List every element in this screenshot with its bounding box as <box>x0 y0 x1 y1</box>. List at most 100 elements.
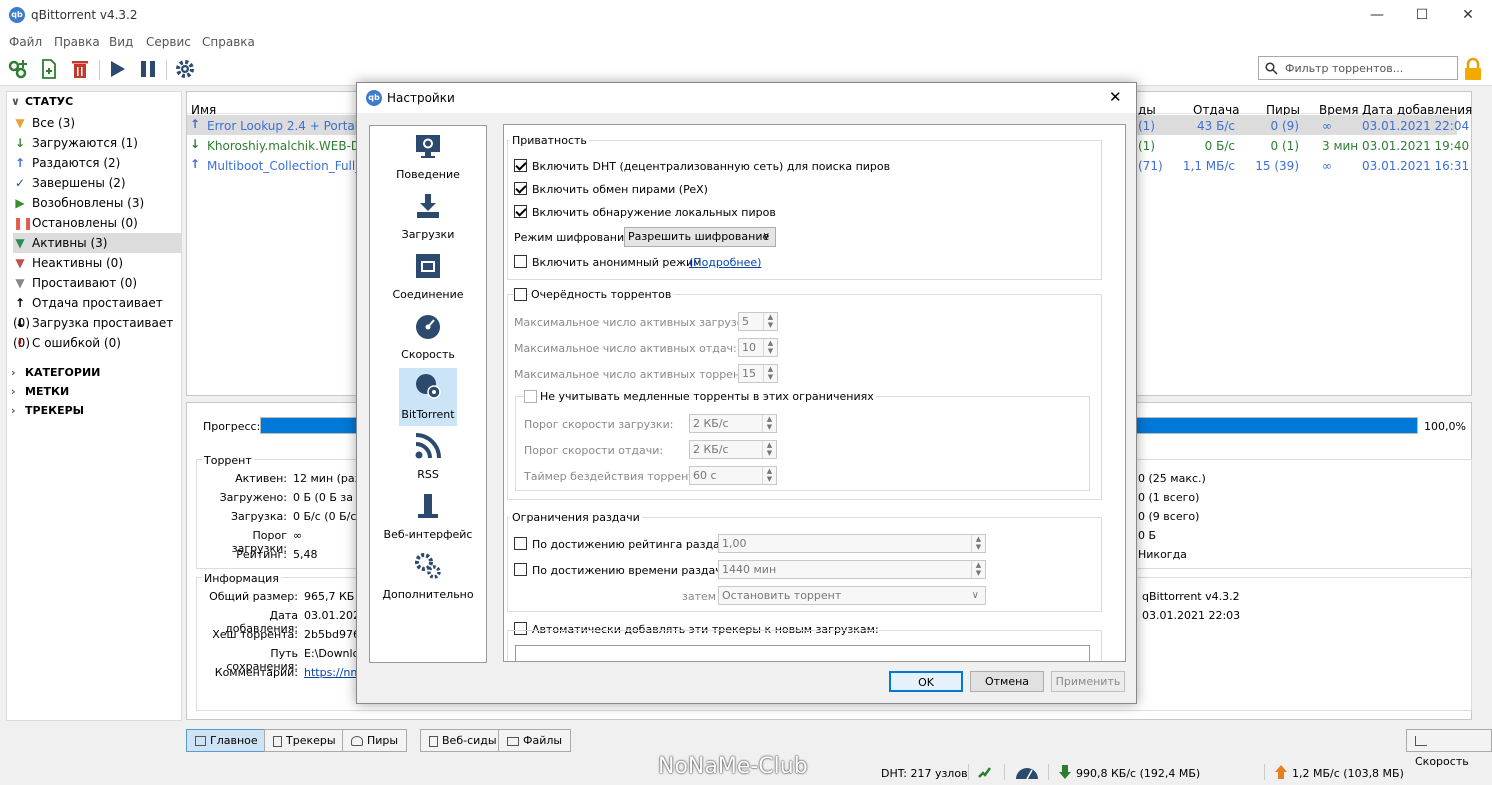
tags-header[interactable]: › МЕТКИ <box>11 385 69 398</box>
sidebar-item-label: Раздаются (2) <box>32 156 121 170</box>
trackers-textarea[interactable] <box>515 645 1090 661</box>
sidebar-item-0[interactable]: ▼ Все (3) <box>13 113 181 133</box>
sidebar-item-9[interactable]: ↑ Отдача простаивает (0) <box>13 293 181 330</box>
slow-torrents-checkbox[interactable] <box>524 390 537 403</box>
maximize-button[interactable]: ☐ <box>1399 0 1445 30</box>
tab-general[interactable]: Главное <box>186 729 267 752</box>
sidebar-item-label: Простаивают (0) <box>32 276 138 290</box>
tab-files[interactable]: Файлы <box>498 729 572 752</box>
chevron-down-icon: ∨ <box>11 95 20 108</box>
tab-peers[interactable]: Пиры <box>342 729 408 752</box>
sidebar-item-5[interactable]: ❚❚Остановлены (0) <box>13 213 181 233</box>
wasted-value: 0 Б <box>1138 529 1157 542</box>
dl-value: 0 Б/с (0 Б/с с <box>293 510 366 523</box>
categories-header[interactable]: › КАТЕГОРИИ <box>11 366 100 379</box>
nav-rss[interactable]: RSS <box>370 428 486 488</box>
max-downloads-spin[interactable]: 5 ▲ ▼ <box>738 312 778 331</box>
rss-icon <box>415 433 441 459</box>
menu-view[interactable]: Вид <box>109 35 133 49</box>
nav-connection[interactable]: Соединение <box>370 248 486 308</box>
max-downloads-label: Максимальное число активных загрузок: <box>514 316 754 329</box>
chevron-right-icon: › <box>11 404 16 417</box>
torrent-cell-name[interactable]: Khoroshiy.malchik.WEB-DL. <box>207 139 371 153</box>
menu-file[interactable]: Файл <box>9 35 42 49</box>
seed-time-spin[interactable]: 1440 мин ▲ ▼ <box>718 560 986 579</box>
progress-label: Прогресс: <box>203 420 261 433</box>
torrent-cell-name[interactable]: Multiboot_Collection_Full_v. <box>207 159 371 173</box>
ratio-label: Рейтинг: <box>236 548 287 561</box>
status-header[interactable]: ∨ СТАТУС <box>11 95 73 108</box>
max-torrents-spin[interactable]: 15 ▲ ▼ <box>738 364 778 383</box>
nav-bittorrent[interactable]: BitTorrent <box>370 368 486 428</box>
dl-label: Загрузка: <box>230 510 287 523</box>
close-button[interactable]: ✕ <box>1445 0 1491 30</box>
lock-icon[interactable] <box>1463 57 1483 81</box>
anonymous-label: Включить анонимный режим <box>532 256 702 269</box>
sidebar-item-label: Все (3) <box>32 116 76 130</box>
chart-icon <box>1415 736 1427 746</box>
sidebar-item-4[interactable]: ▶ Возобновлены (3) <box>13 193 181 213</box>
apply-button[interactable]: Применить <box>1051 671 1125 692</box>
sidebar-item-11[interactable]: ! С ошибкой (0) <box>13 333 181 353</box>
seeds-value: 0 (1 всего) <box>1138 491 1200 504</box>
anonymous-checkbox[interactable] <box>514 255 527 268</box>
lsd-checkbox[interactable] <box>514 205 527 218</box>
pex-checkbox[interactable] <box>514 182 527 195</box>
dialog-app-icon: qb <box>366 90 382 106</box>
sidebar-item-8[interactable]: ▼ Простаивают (0) <box>13 273 181 293</box>
ok-button[interactable]: OK <box>889 671 963 692</box>
add-file-icon[interactable] <box>38 58 60 80</box>
minimize-button[interactable]: — <box>1354 0 1400 30</box>
more-info-link[interactable]: (Подробнее) <box>689 256 761 269</box>
torrent-cell-name[interactable]: Error Lookup 2.4 + Portable <box>207 119 373 133</box>
queue-checkbox[interactable] <box>514 288 527 301</box>
cancel-button[interactable]: Отмена <box>970 671 1044 692</box>
resume-icon[interactable] <box>106 58 128 80</box>
max-uploads-spin[interactable]: 10 ▲ ▼ <box>738 338 778 357</box>
sidebar-item-2[interactable]: ↑ Раздаются (2) <box>13 153 181 173</box>
pause-icon: ❚❚ <box>13 216 34 230</box>
chevron-right-icon: › <box>11 366 16 379</box>
nav-webui[interactable]: Веб-интерфейс <box>370 488 486 548</box>
nav-behavior[interactable]: Поведение <box>370 128 486 188</box>
nav-downloads[interactable]: Загрузки <box>370 188 486 248</box>
trackers-header[interactable]: › ТРЕКЕРЫ <box>11 404 84 417</box>
sidebar-item-6[interactable]: ▼ Активны (3) <box>13 233 181 253</box>
pause-icon[interactable] <box>137 58 159 80</box>
dht-checkbox[interactable] <box>514 159 527 172</box>
sidebar-item-7[interactable]: ▼ Неактивны (0) <box>13 253 181 273</box>
then-action-select[interactable]: Остановить торрент ∨ <box>718 586 986 605</box>
add-link-icon[interactable] <box>7 58 29 80</box>
sidebar-item-1[interactable]: ↓ Загружаются (1) <box>13 133 181 153</box>
lsd-label: Включить обнаружение локальных пиров <box>532 206 776 219</box>
speed-limit-icon[interactable] <box>1014 764 1040 780</box>
ul-threshold-spin[interactable]: 2 КБ/с ▲ ▼ <box>689 440 777 459</box>
torrent-cell-peers: 0 (9) <box>1270 119 1299 133</box>
tab-speed[interactable]: Скорость <box>1406 729 1492 768</box>
menu-help[interactable]: Справка <box>202 35 255 49</box>
sidebar-item-10[interactable]: ↓ Загрузка простаивает (0) <box>13 313 181 350</box>
nav-advanced[interactable]: Дополнительно <box>370 548 486 608</box>
tab-webseeds[interactable]: Веб-сиды <box>420 729 506 752</box>
seed-ratio-spin[interactable]: 1,00 ▲ ▼ <box>718 534 986 553</box>
app-icon: qb <box>9 7 25 23</box>
menu-edit[interactable]: Правка <box>54 35 100 49</box>
nav-speed[interactable]: Скорость <box>370 308 486 368</box>
dialog-close-button[interactable]: ✕ <box>1109 88 1122 106</box>
filter-torrents-input[interactable]: Фильтр торрентов... <box>1258 56 1458 80</box>
idle-timer-spin[interactable]: 60 с ▲ ▼ <box>689 466 777 485</box>
gear-icon[interactable] <box>174 58 196 80</box>
check-icon: ✓ <box>14 176 26 190</box>
tab-trackers[interactable]: Трекеры <box>264 729 345 752</box>
delete-icon[interactable] <box>69 58 91 80</box>
torrent-cell-added: 03.01.2021 19:40 <box>1362 139 1470 153</box>
sidebar-item-3[interactable]: ✓ Завершены (2) <box>13 173 181 193</box>
added-value: 03.01.202 <box>304 609 360 622</box>
seed-ratio-checkbox[interactable] <box>514 537 527 550</box>
sidebar-item-label: Завершены (2) <box>32 176 126 190</box>
nav-label: Соединение <box>392 288 464 301</box>
dl-threshold-spin[interactable]: 2 КБ/с ▲ ▼ <box>689 414 777 433</box>
encryption-select[interactable]: Разрешить шифрование ∨ <box>624 227 776 247</box>
seed-time-checkbox[interactable] <box>514 563 527 576</box>
menu-tools[interactable]: Сервис <box>146 35 191 49</box>
